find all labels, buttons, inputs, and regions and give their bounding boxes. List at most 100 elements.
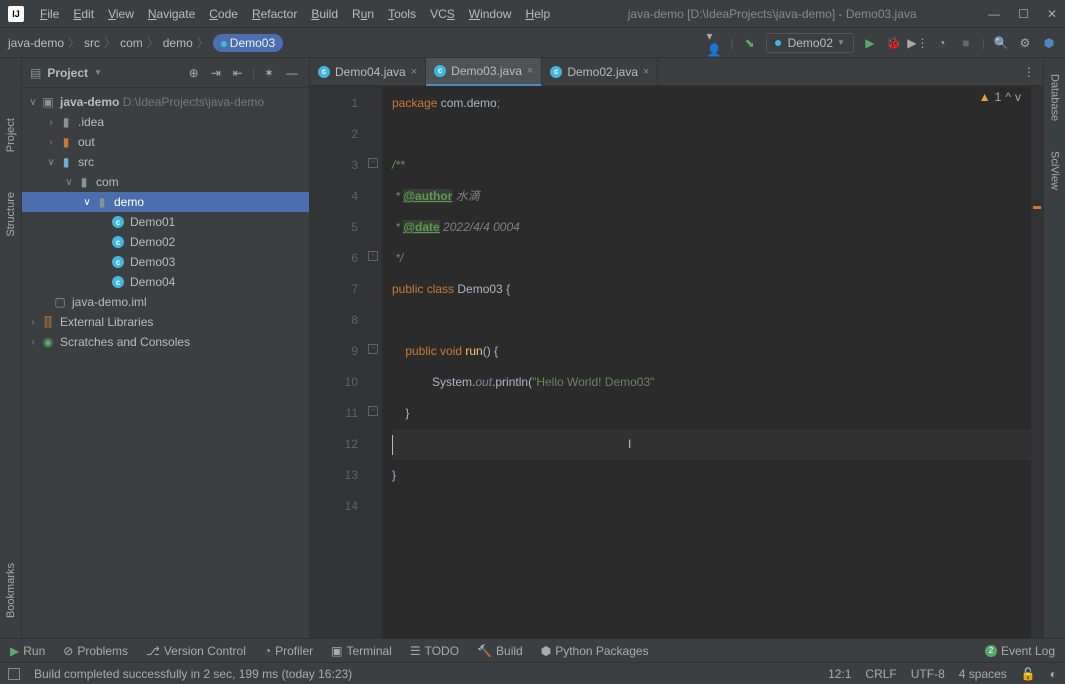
error-stripe[interactable] [1031,86,1043,638]
debug-icon[interactable]: 🐞 [886,35,902,51]
breadcrumb-item[interactable]: java-demo [8,36,64,50]
tree-scratches[interactable]: ›◉Scratches and Consoles [22,332,309,352]
tree-root[interactable]: ∨▣ java-demo D:\IdeaProjects\java-demo [22,92,309,112]
expand-all-icon[interactable]: ⇥ [208,66,224,80]
breadcrumb-item[interactable]: src [84,36,100,50]
close-icon[interactable]: ✕ [1047,7,1057,21]
fold-icon[interactable]: - [368,251,378,261]
structure-tool-button[interactable]: Structure [5,192,17,237]
editor-tab[interactable]: cDemo02.java× [542,58,658,86]
tree-external-libraries[interactable]: ›⫿⫿External Libraries [22,312,309,332]
user-icon[interactable]: ▾👤 [706,35,722,51]
inspection-widget[interactable]: ▲ 1 ^ v [979,90,1021,104]
menu-help[interactable]: Help [519,4,556,24]
menu-vcs[interactable]: VCS [424,4,461,24]
menu-code[interactable]: Code [203,4,244,24]
tab-close-icon[interactable]: × [643,66,649,78]
editor-tabs-more-icon[interactable]: ⋮ [1015,65,1043,79]
tree-folder-src[interactable]: ∨▮src [22,152,309,172]
tree-class-demo04[interactable]: cDemo04 [22,272,309,292]
tree-class-demo01[interactable]: cDemo01 [22,212,309,232]
inspect-widget-icon[interactable]: ◐ [1050,667,1057,681]
breadcrumb-item[interactable]: demo [163,36,193,50]
tree-folder-idea[interactable]: ›▮.idea [22,112,309,132]
left-tool-strip: Project Structure Bookmarks [0,58,22,638]
indent-label[interactable]: 4 spaces [959,667,1007,681]
version-control-tool-button[interactable]: ⎇Version Control [146,644,246,658]
search-icon[interactable]: 🔍 [993,35,1009,51]
build-tool-button[interactable]: 🔨Build [477,644,523,658]
terminal-tool-button[interactable]: ▣Terminal [331,644,392,658]
menu-window[interactable]: Window [463,4,518,24]
toolwindows-toggle-icon[interactable] [8,668,20,680]
tab-close-icon[interactable]: × [411,66,417,78]
terminal-icon: ▣ [331,644,342,658]
menu-navigate[interactable]: Navigate [142,4,201,24]
menu-refactor[interactable]: Refactor [246,4,303,24]
build-icon[interactable]: ⬊ [742,35,758,51]
panel-settings-icon[interactable]: ✶ [261,66,277,80]
fold-icon[interactable]: - [368,406,378,416]
chevron-up-icon[interactable]: ^ [1005,90,1011,104]
tree-class-demo03[interactable]: cDemo03 [22,252,309,272]
line-separator[interactable]: CRLF [865,667,896,681]
bookmarks-tool-button[interactable]: Bookmarks [5,563,17,618]
intellij-logo-icon: IJ [8,6,24,22]
class-icon: c [112,276,124,288]
todo-tool-button[interactable]: ☰TODO [410,644,459,658]
menu-view[interactable]: View [102,4,140,24]
minimize-icon[interactable]: — [988,7,1000,21]
panel-title: Project [47,66,88,80]
breadcrumb-current[interactable]: Demo03 [213,34,283,52]
run-config-selector[interactable]: Demo02 ▼ [766,33,854,53]
code-content[interactable]: package com.demo; /** * @author 水滴 * @da… [382,86,1031,638]
event-log-tool-button[interactable]: 2Event Log [985,644,1055,658]
profiler-tool-button[interactable]: ◔Profiler [264,644,313,658]
code-editor[interactable]: 123- 456- 789- 1011-121314 package com.d… [310,86,1043,638]
tab-close-icon[interactable]: × [527,65,533,77]
file-encoding[interactable]: UTF-8 [911,667,945,681]
fold-icon[interactable]: - [368,344,378,354]
tree-package-com[interactable]: ∨▮com [22,172,309,192]
chevron-down-icon[interactable]: v [1015,90,1021,104]
run-tool-button[interactable]: ▶Run [10,644,45,658]
tree-folder-out[interactable]: ›▮out [22,132,309,152]
ide-scripting-icon[interactable]: ⬢ [1041,35,1057,51]
chevron-down-icon[interactable]: ▼ [94,68,102,77]
collapse-all-icon[interactable]: ⇤ [230,66,246,80]
settings-icon[interactable]: ⚙ [1017,35,1033,51]
menu-file[interactable]: File [34,4,65,24]
maximize-icon[interactable]: ☐ [1018,7,1029,21]
class-icon: c [112,256,124,268]
breadcrumbs: java-demo〉 src〉 com〉 demo〉 Demo03 [8,34,283,52]
profile-icon[interactable]: ◔ [934,35,950,51]
run-icon[interactable]: ▶ [862,35,878,51]
stop-icon[interactable]: ■ [958,35,974,51]
menu-edit[interactable]: Edit [67,4,100,24]
caret-position[interactable]: 12:1 [828,667,851,681]
fold-icon[interactable]: - [368,158,378,168]
line-gutter[interactable]: 123- 456- 789- 1011-121314 [310,86,382,638]
coverage-icon[interactable]: ▶⋮ [910,35,926,51]
readonly-toggle-icon[interactable]: 🔓 [1021,667,1036,681]
main-area: Project Structure Bookmarks ▤ Project ▼ … [0,58,1065,638]
sciview-tool-button[interactable]: SciView [1049,151,1061,190]
problems-tool-button[interactable]: ⊘Problems [63,644,128,658]
python-packages-tool-button[interactable]: ⬢Python Packages [541,644,649,658]
warning-marker[interactable] [1033,206,1041,209]
menu-tools[interactable]: Tools [382,4,422,24]
tree-file-iml[interactable]: ▢java-demo.iml [22,292,309,312]
editor-tabs: cDemo04.java× cDemo03.java× cDemo02.java… [310,58,1043,86]
hide-panel-icon[interactable]: — [283,66,301,80]
menu-run[interactable]: Run [346,4,380,24]
project-tool-button[interactable]: Project [5,118,17,152]
editor-tab-active[interactable]: cDemo03.java× [426,58,542,86]
database-tool-button[interactable]: Database [1049,74,1061,121]
class-icon: c [550,66,562,78]
tree-package-demo[interactable]: ∨▮demo [22,192,309,212]
editor-tab[interactable]: cDemo04.java× [310,58,426,86]
tree-class-demo02[interactable]: cDemo02 [22,232,309,252]
select-opened-icon[interactable]: ⊕ [186,66,202,80]
menu-build[interactable]: Build [305,4,344,24]
breadcrumb-item[interactable]: com [120,36,143,50]
